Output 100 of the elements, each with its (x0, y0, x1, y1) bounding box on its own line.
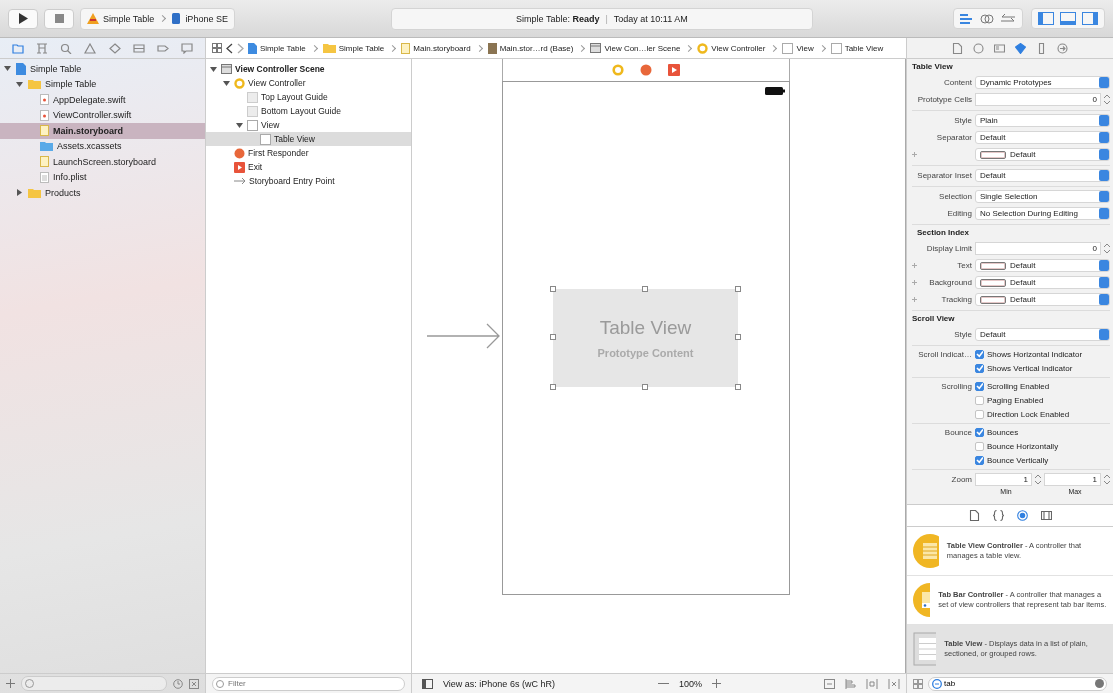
popup-button[interactable]: Default (975, 328, 1110, 341)
file-tree-item[interactable]: LaunchScreen.storyboard (0, 154, 205, 170)
outline-item[interactable]: Top Layout Guide (206, 90, 411, 104)
breadcrumb-item[interactable]: Simple Table (248, 42, 306, 54)
attributes-inspector-icon[interactable] (1015, 42, 1026, 54)
stepper-icon[interactable] (1035, 474, 1041, 485)
back-icon[interactable] (226, 42, 233, 54)
file-tree-item[interactable]: AppDelegate.swift (0, 92, 205, 108)
popup-button[interactable]: Default (975, 169, 1110, 182)
breadcrumb-item[interactable]: Main.storyboard (401, 42, 471, 54)
update-frames-icon[interactable] (824, 678, 835, 689)
breakpoint-tab-icon[interactable] (156, 42, 169, 54)
add-icon[interactable] (912, 297, 917, 302)
add-icon[interactable] (6, 679, 15, 688)
outline-item[interactable]: Exit (206, 160, 411, 174)
file-tree-item[interactable]: Simple Table (0, 61, 205, 77)
checkbox[interactable]: Shows Horizontal Indicator (975, 349, 1083, 359)
search-tab-icon[interactable] (60, 42, 73, 54)
popup-button[interactable]: Default (975, 131, 1110, 144)
disclosure-icon[interactable] (16, 189, 23, 197)
breadcrumb-item[interactable]: Table View (830, 42, 884, 54)
zoom-out-icon[interactable] (657, 682, 669, 685)
disclosure-icon[interactable] (236, 121, 243, 129)
outline-item[interactable]: View (206, 118, 411, 132)
align-icon[interactable] (845, 678, 856, 689)
grid-view-icon[interactable] (913, 678, 923, 689)
number-field[interactable]: 0 (975, 93, 1101, 106)
breadcrumb-item[interactable]: Main.stor…rd (Base) (487, 42, 574, 54)
breadcrumb-item[interactable]: View (782, 42, 814, 54)
assistant-editor-icon[interactable] (980, 12, 994, 25)
connections-inspector-icon[interactable] (1057, 42, 1068, 54)
folder-tab-icon[interactable] (12, 42, 25, 54)
code-library-icon[interactable] (992, 510, 1004, 521)
checkbox-box[interactable] (975, 427, 984, 437)
resolve-icon[interactable] (888, 678, 900, 689)
color-popup-button[interactable]: Default (975, 293, 1110, 306)
number-field[interactable]: 0 (975, 242, 1101, 255)
resize-handle[interactable] (735, 384, 741, 390)
square-icon[interactable] (189, 678, 199, 689)
checkbox[interactable]: Direction Lock Enabled (975, 409, 1070, 419)
color-popup-button[interactable]: Default (975, 276, 1110, 289)
outline-item[interactable]: Table View (206, 132, 411, 146)
resize-handle[interactable] (642, 286, 648, 292)
popup-button[interactable]: No Selection During Editing (975, 207, 1110, 220)
add-icon[interactable] (912, 152, 917, 157)
outline-item[interactable]: View Controller (206, 76, 411, 90)
clear-icon[interactable] (1095, 679, 1104, 688)
resize-handle[interactable] (550, 384, 556, 390)
object-library-icon[interactable] (1016, 510, 1028, 521)
circle-icon[interactable] (612, 64, 624, 76)
run-button[interactable] (8, 8, 38, 29)
resize-handle[interactable] (735, 334, 741, 340)
add-icon[interactable] (912, 280, 917, 285)
view-as-label[interactable]: View as: iPhone 6s (wC hR) (443, 678, 555, 689)
stepper-icon[interactable] (1104, 243, 1110, 254)
exit-icon[interactable] (668, 64, 680, 76)
test-tab-icon[interactable] (108, 42, 121, 54)
checkbox-box[interactable] (975, 395, 984, 405)
media-library-icon[interactable] (1040, 510, 1052, 521)
clock-icon[interactable] (173, 678, 183, 689)
pin-icon[interactable] (866, 678, 878, 689)
right-panel-icon[interactable] (1082, 12, 1098, 25)
identity-inspector-icon[interactable] (994, 42, 1005, 54)
stop-button[interactable] (44, 8, 74, 29)
checkbox-box[interactable] (975, 441, 984, 451)
file-tree-item[interactable]: ViewController.swift (0, 107, 205, 123)
checkbox-box[interactable] (975, 349, 984, 359)
zoom-in-icon[interactable] (711, 679, 721, 688)
help-inspector-icon[interactable] (973, 42, 984, 54)
file-inspector-icon[interactable] (952, 42, 963, 54)
outline-item[interactable]: First Responder (206, 146, 411, 160)
scheme-selector[interactable]: Simple Table iPhone SE (80, 7, 235, 30)
checkbox[interactable]: Bounce Horizontally (975, 441, 1059, 451)
bottom-panel-icon[interactable] (1060, 12, 1076, 25)
outline-item[interactable]: View Controller Scene (206, 62, 411, 76)
number-field[interactable]: 1 (975, 473, 1032, 486)
issue-tab-icon[interactable] (84, 42, 97, 54)
checkbox[interactable]: Paging Enabled (975, 395, 1044, 405)
stepper-icon[interactable] (1104, 474, 1110, 485)
debug-tab-icon[interactable] (132, 42, 145, 54)
document-outline-icon[interactable] (422, 678, 433, 689)
symbol-tab-icon[interactable] (36, 42, 49, 54)
checkbox[interactable]: Scrolling Enabled (975, 381, 1050, 391)
breadcrumb-item[interactable]: Simple Table (322, 43, 385, 53)
filter-field[interactable] (21, 676, 167, 691)
report-tab-icon[interactable] (180, 42, 193, 54)
left-panel-icon[interactable] (1038, 12, 1054, 25)
version-editor-icon[interactable] (1000, 12, 1016, 25)
file-library-icon[interactable] (968, 510, 980, 521)
checkbox-box[interactable] (975, 363, 984, 373)
breadcrumb-item[interactable]: View Con…ler Scene (590, 43, 681, 53)
file-tree-item[interactable]: Info.plist (0, 169, 205, 185)
popup-button[interactable]: Dynamic Prototypes (975, 76, 1110, 89)
resize-handle[interactable] (550, 286, 556, 292)
popup-button[interactable]: Single Selection (975, 190, 1110, 203)
library-search-field[interactable]: tab (928, 676, 1107, 691)
color-popup-button[interactable]: Default (975, 148, 1110, 161)
checkbox[interactable]: Bounce Vertically (975, 455, 1049, 465)
grid-icon[interactable] (212, 43, 222, 53)
outline-item[interactable]: Bottom Layout Guide (206, 104, 411, 118)
